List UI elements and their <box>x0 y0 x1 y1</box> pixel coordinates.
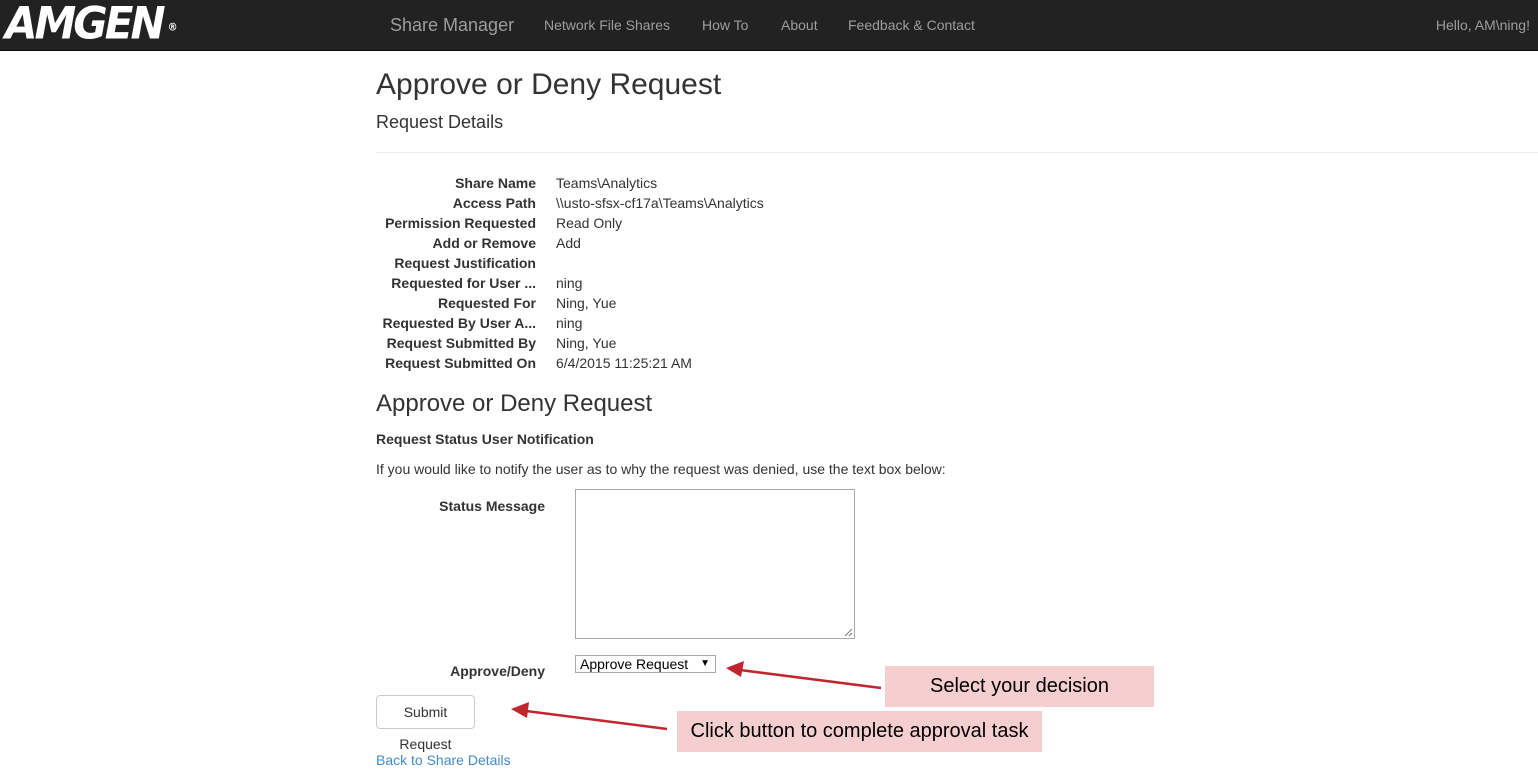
detail-label: Share Name <box>455 175 536 191</box>
detail-row: Share Name Teams\Analytics <box>376 173 976 193</box>
detail-value: Teams\Analytics <box>556 175 658 191</box>
amgen-logo[interactable]: AMGEN ® <box>5 0 178 50</box>
nav-feedback-contact[interactable]: Feedback & Contact <box>848 0 975 50</box>
detail-row: Request Justification <box>376 253 976 273</box>
notification-title: Request Status User Notification <box>376 431 594 447</box>
page-subtitle: Request Details <box>376 112 504 132</box>
detail-value: ning <box>556 275 583 291</box>
approve-deny-select[interactable]: Approve Request ▼ <box>575 655 716 673</box>
user-greeting[interactable]: Hello, AM\ning! <box>1436 0 1530 50</box>
nav-how-to[interactable]: How To <box>702 0 748 50</box>
detail-label: Requested By User A... <box>382 315 536 331</box>
detail-label: Request Justification <box>394 255 536 271</box>
detail-row: Requested for User ... ning <box>376 273 976 293</box>
detail-label: Requested For <box>437 295 536 311</box>
nav-about[interactable]: About <box>781 0 818 50</box>
brand-link[interactable]: Share Manager <box>390 0 514 50</box>
select-value: Approve Request <box>580 656 689 672</box>
status-message-label: Status Message <box>439 498 545 514</box>
resize-grip-icon[interactable] <box>844 628 853 637</box>
divider <box>376 152 1538 153</box>
detail-value: Add <box>556 235 581 251</box>
detail-label: Add or Remove <box>432 235 536 251</box>
page-title: Approve or Deny Request <box>376 68 722 101</box>
detail-row: Add or Remove Add <box>376 233 976 253</box>
annotation-arrows <box>511 661 882 731</box>
detail-value: Ning, Yue <box>556 295 617 311</box>
top-navbar: AMGEN ® Share Manager Network File Shares… <box>0 0 1538 51</box>
back-to-share-details-link[interactable]: Back to Share Details <box>376 752 511 768</box>
detail-label: Request Submitted On <box>385 355 536 371</box>
dropdown-arrow-icon[interactable]: ▼ <box>700 656 710 672</box>
arrow-to-select <box>726 661 882 690</box>
submit-callout: Click button to complete approval task <box>677 711 1042 752</box>
detail-row: Permission Requested Read Only <box>376 213 976 233</box>
detail-value: Read Only <box>556 215 623 231</box>
status-message-textarea[interactable] <box>575 489 855 639</box>
detail-label: Permission Requested <box>385 215 536 231</box>
request-details: Share Name Teams\Analytics Access Path \… <box>376 173 976 373</box>
detail-value: 6/4/2015 11:25:21 AM <box>556 355 692 371</box>
detail-row: Request Submitted By Ning, Yue <box>376 333 976 353</box>
arrow-to-submit <box>511 702 668 731</box>
detail-row: Access Path \\usto-sfsx-cf17a\Teams\Anal… <box>376 193 976 213</box>
logo-text: AMGEN <box>5 0 166 50</box>
detail-row: Request Submitted On 6/4/2015 11:25:21 A… <box>376 353 976 373</box>
submit-request-button[interactable]: Submit Request <box>376 695 475 752</box>
detail-row: Requested For Ning, Yue <box>376 293 976 313</box>
detail-label: Requested for User ... <box>391 275 536 291</box>
nav-network-file-shares[interactable]: Network File Shares <box>544 0 670 50</box>
notification-help-text: If you would like to notify the user as … <box>376 461 946 477</box>
registered-mark: ® <box>167 21 178 34</box>
detail-label: Request Submitted By <box>386 335 536 351</box>
detail-value: \\usto-sfsx-cf17a\Teams\Analytics <box>556 195 764 211</box>
detail-value: ning <box>556 315 583 331</box>
approve-deny-label: Approve/Deny <box>450 663 545 679</box>
detail-label: Access Path <box>452 195 536 211</box>
detail-row: Requested By User A... ning <box>376 313 976 333</box>
detail-value: Ning, Yue <box>556 335 617 351</box>
section-title: Approve or Deny Request <box>376 390 653 417</box>
select-decision-callout: Select your decision <box>885 666 1154 707</box>
